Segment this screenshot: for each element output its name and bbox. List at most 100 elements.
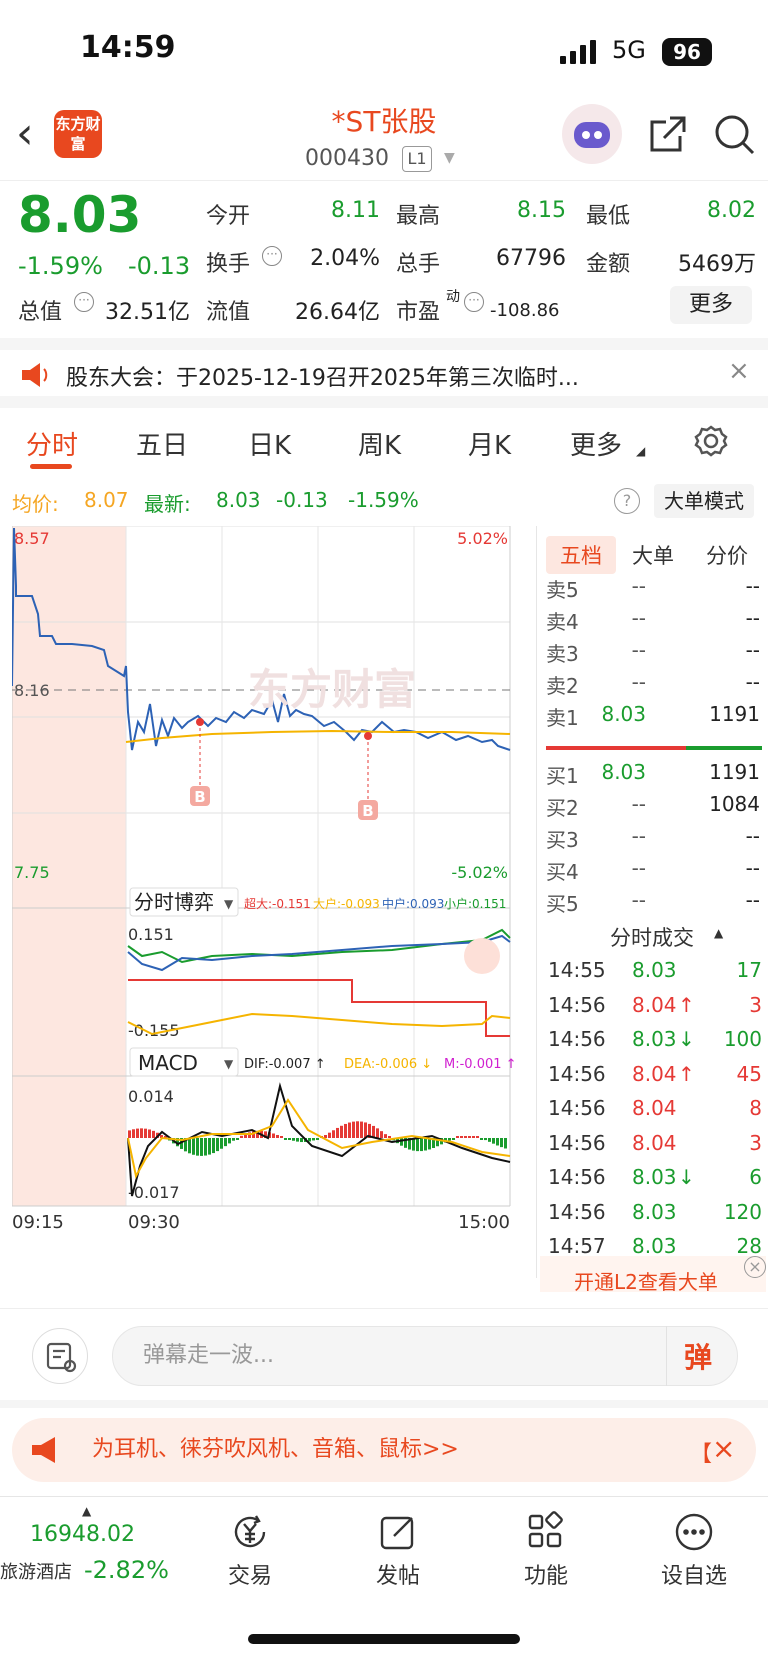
bid-price: -- xyxy=(631,888,646,912)
chevron-up-icon[interactable]: ▲ xyxy=(714,926,723,940)
buy-marker-label: B xyxy=(362,802,373,820)
settings-gear-icon[interactable] xyxy=(694,424,728,462)
bid-row[interactable]: 买1 8.03 1191 xyxy=(546,760,760,792)
divider xyxy=(0,1496,768,1497)
macd-bar xyxy=(500,1138,503,1148)
help-icon[interactable]: ? xyxy=(614,488,640,514)
macd-bar xyxy=(208,1138,211,1155)
home-indicator[interactable] xyxy=(248,1634,520,1644)
macd-bar xyxy=(144,1128,147,1138)
ad-banner[interactable]: 为耳机、徕芬吹风机、音箱、鼠标>> xyxy=(12,1418,756,1482)
nav-post[interactable]: 发帖 xyxy=(348,1558,448,1590)
macd-bar xyxy=(336,1127,339,1138)
tab-five-levels[interactable]: 五档 xyxy=(546,536,616,574)
assistant-robot-icon[interactable] xyxy=(562,104,622,164)
ask-row[interactable]: 卖2 -- -- xyxy=(546,670,760,702)
macd-bar xyxy=(340,1125,343,1138)
tab-daily-k[interactable]: 日K xyxy=(248,425,291,462)
chevron-up-icon[interactable]: ▲ xyxy=(82,1504,91,1518)
info-icon[interactable]: ··· xyxy=(262,246,282,266)
ask-price: 8.03 xyxy=(601,702,646,726)
trade-price: 8.03 xyxy=(632,1027,677,1051)
axis-max-label: 8.57 xyxy=(14,529,50,548)
tab-five-day[interactable]: 五日 xyxy=(136,425,188,462)
more-dots-icon[interactable] xyxy=(644,1510,744,1563)
macd-bar xyxy=(448,1138,451,1141)
trade-price: 8.03 xyxy=(632,1165,677,1189)
macd-bar xyxy=(196,1138,199,1156)
bracket-icon: 【 xyxy=(690,1442,713,1467)
trade-icon[interactable] xyxy=(200,1510,300,1563)
close-icon[interactable]: × xyxy=(728,356,750,386)
trade-time: 14:56 xyxy=(548,1061,606,1086)
tab-monthly-k[interactable]: 月K xyxy=(468,425,511,462)
l2-link[interactable]: 开通L2查看大单 xyxy=(574,1266,718,1295)
tab-more[interactable]: 更多 xyxy=(570,425,622,462)
bid-row[interactable]: 买4 -- -- xyxy=(546,856,760,888)
volume-label: 总手 xyxy=(396,252,441,277)
close-icon[interactable]: × xyxy=(744,1256,766,1278)
big-order-mode-button[interactable]: 大单模式 xyxy=(654,484,754,518)
change-value: -0.13 xyxy=(128,252,191,280)
nav-add-watchlist[interactable]: 设自选 xyxy=(644,1558,744,1590)
search-icon[interactable] xyxy=(712,112,756,160)
chevron-down-icon[interactable]: ▼ xyxy=(444,150,455,166)
bid-row[interactable]: 买2 -- 1084 xyxy=(546,792,760,824)
sub2-legend: DIF:-0.007 ↑ xyxy=(244,1057,326,1072)
divider xyxy=(666,1326,667,1386)
bid-row[interactable]: 买5 -- -- xyxy=(546,888,760,920)
barrage-button[interactable]: 弹 xyxy=(684,1336,712,1376)
tab-price-split[interactable]: 分价 xyxy=(706,540,748,570)
info-icon[interactable]: ··· xyxy=(74,292,94,312)
notice-text[interactable]: 股东大会：于2025-12-19召开2025年第三次临时... xyxy=(66,360,696,392)
close-icon[interactable]: × xyxy=(712,1432,735,1465)
index-name[interactable]: 旅游酒店 xyxy=(0,1558,72,1584)
trades-title[interactable]: 分时成交 xyxy=(610,922,694,952)
pe-value: -108.86 xyxy=(490,300,560,321)
ask-row[interactable]: 卖1 8.03 1191 xyxy=(546,702,760,734)
bid-row[interactable]: 买3 -- -- xyxy=(546,824,760,856)
sub1-expand-icon xyxy=(464,938,500,974)
post-icon[interactable] xyxy=(348,1510,448,1563)
ask-row[interactable]: 卖5 -- -- xyxy=(546,574,760,606)
functions-icon[interactable] xyxy=(496,1510,596,1563)
ask-price: -- xyxy=(631,574,646,598)
macd-bar xyxy=(452,1138,455,1140)
intraday-chart[interactable]: 8.57 8.16 7.75 5.02% -5.02% B B 东方财富分时博弈 ▼ 超大:-0.… xyxy=(12,526,542,1302)
macd-bar xyxy=(228,1138,231,1144)
status-time: 14:59 xyxy=(80,30,176,65)
index-value[interactable]: 16948.02 xyxy=(30,1522,135,1547)
barrage-settings-icon[interactable] xyxy=(32,1328,88,1384)
nav-trade[interactable]: 交易 xyxy=(200,1558,300,1590)
sub2-legend: M:-0.001 ↑ xyxy=(444,1057,517,1072)
trade-row: 14:55 8.03 17 xyxy=(548,958,762,992)
macd-bar xyxy=(232,1138,235,1141)
sub1-legend: 超大:-0.151 xyxy=(244,896,311,911)
tab-weekly-k[interactable]: 周K xyxy=(358,425,401,462)
macd-bar xyxy=(352,1121,355,1138)
bid-volume: -- xyxy=(745,888,760,912)
index-pct[interactable]: -2.82% xyxy=(84,1556,169,1584)
info-icon[interactable]: ··· xyxy=(464,292,484,312)
trade-price: 8.03 xyxy=(632,1234,677,1258)
macd-bar xyxy=(300,1138,303,1143)
tab-big-order[interactable]: 大单 xyxy=(632,540,674,570)
nav-functions[interactable]: 功能 xyxy=(496,1558,596,1590)
ask-row[interactable]: 卖4 -- -- xyxy=(546,606,760,638)
ask-price: -- xyxy=(631,606,646,630)
trade-price: 8.04 xyxy=(632,1061,677,1086)
last-price: 8.03 xyxy=(18,186,142,244)
level-badge[interactable]: L1 xyxy=(402,146,432,172)
bid-label: 买5 xyxy=(546,892,579,916)
divider xyxy=(0,1400,768,1408)
tab-intraday[interactable]: 分时 xyxy=(26,425,78,462)
macd-bar xyxy=(128,1130,131,1138)
more-button[interactable]: 更多 xyxy=(670,286,752,324)
barrage-input[interactable]: 弹幕走一波... xyxy=(112,1326,738,1386)
macd-bar xyxy=(388,1136,391,1138)
trade-time: 14:56 xyxy=(548,1027,606,1051)
share-icon[interactable] xyxy=(646,112,690,160)
trade-price: 8.03 xyxy=(632,1199,677,1224)
bid-price: -- xyxy=(631,824,646,848)
ask-row[interactable]: 卖3 -- -- xyxy=(546,638,760,670)
